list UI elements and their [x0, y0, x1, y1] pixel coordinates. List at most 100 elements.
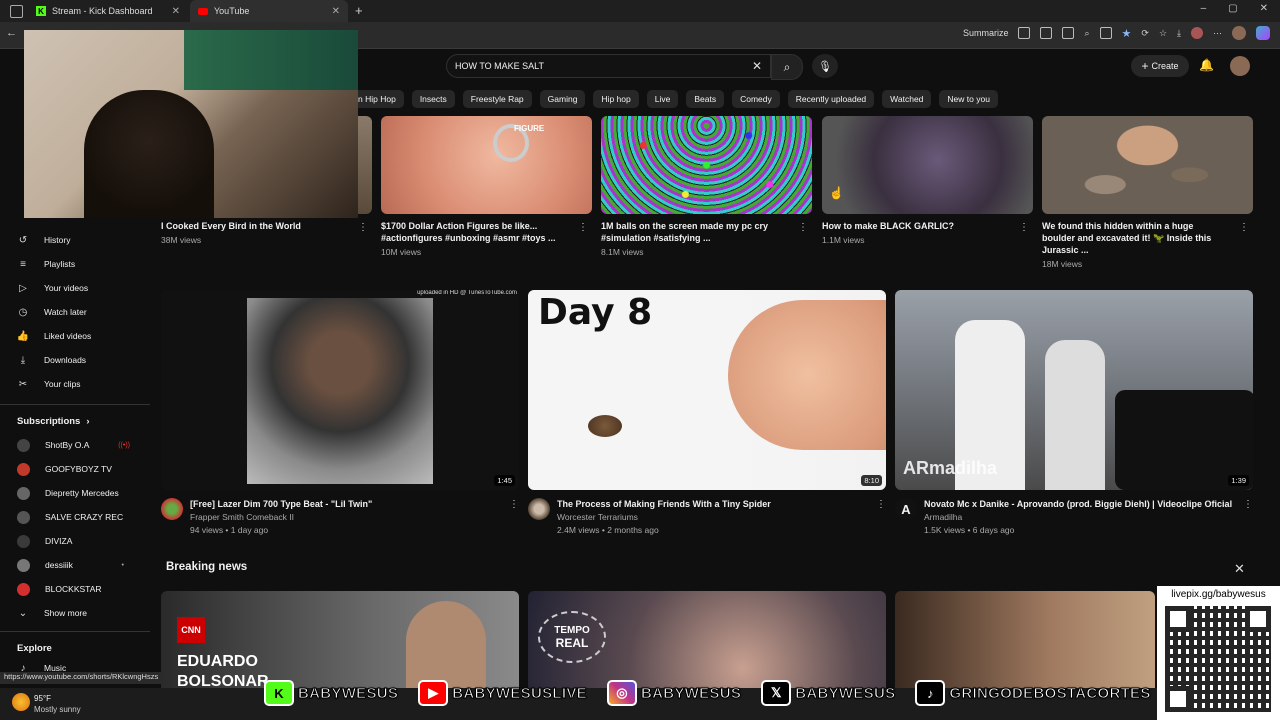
- thumbnail-text: Day 8: [538, 292, 653, 333]
- video-thumbnail[interactable]: ARmadilha 1:39: [895, 290, 1253, 490]
- extension-icon[interactable]: [1018, 27, 1031, 39]
- video-thumbnail[interactable]: [601, 116, 812, 214]
- notifications-bell-icon[interactable]: 🔔: [1199, 58, 1214, 72]
- channel-name[interactable]: Worcester Terrariums: [557, 511, 867, 524]
- more-icon[interactable]: ⋯: [1213, 28, 1222, 39]
- more-actions-icon[interactable]: ⋮: [876, 499, 886, 510]
- search-input[interactable]: HOW TO MAKE SALT ✕: [446, 54, 771, 78]
- chip[interactable]: Beats: [686, 90, 725, 108]
- create-button[interactable]: + Create: [1131, 55, 1189, 77]
- favorite-star-icon[interactable]: ★: [1122, 27, 1132, 40]
- video-thumbnail[interactable]: FIGURE: [381, 116, 592, 214]
- back-icon[interactable]: ←: [6, 27, 17, 39]
- extension-avatar-icon[interactable]: [1191, 27, 1203, 39]
- more-actions-icon[interactable]: ⋮: [1243, 499, 1253, 510]
- webcam-tapestry: [184, 30, 358, 90]
- voice-search-button[interactable]: 🎙: [812, 54, 838, 78]
- chevron-down-icon: ⌄: [18, 607, 28, 619]
- sidebar-subscription-item[interactable]: GOOFYBOYZ TV: [0, 457, 150, 481]
- sidebar-item-label: Watch later: [44, 307, 87, 317]
- sidebar-item-downloads[interactable]: ⤓ Downloads: [0, 348, 150, 372]
- video-thumbnail[interactable]: [822, 116, 1033, 214]
- more-actions-icon[interactable]: ⋮: [1019, 222, 1029, 233]
- video-title[interactable]: Novato Mc x Danike - Aprovando (prod. Bi…: [924, 498, 1244, 510]
- minimize-icon[interactable]: –: [1201, 3, 1207, 14]
- chip[interactable]: New to you: [939, 90, 998, 108]
- duration-badge: 1:45: [494, 475, 515, 486]
- video-meta: 10M views: [381, 247, 422, 257]
- kick-icon: K: [264, 680, 294, 706]
- sidebar-item-your-videos[interactable]: ▷ Your videos: [0, 276, 150, 300]
- apps-icon[interactable]: [1062, 27, 1075, 39]
- chip[interactable]: Insects: [411, 90, 455, 108]
- video-thumbnail[interactable]: [1042, 116, 1253, 214]
- video-title[interactable]: How to make BLACK GARLIC?: [822, 220, 1002, 232]
- sidebar-item-history[interactable]: ↺ History: [0, 228, 150, 252]
- new-tab-icon[interactable]: +: [355, 3, 363, 18]
- chip[interactable]: Comedy: [732, 90, 780, 108]
- more-actions-icon[interactable]: ⋮: [358, 222, 368, 233]
- video-title[interactable]: $1700 Dollar Action Figures be like... #…: [381, 220, 561, 244]
- channel-avatar[interactable]: A: [895, 498, 917, 520]
- chip[interactable]: Live: [646, 90, 679, 108]
- video-title[interactable]: We found this hidden within a huge bould…: [1042, 220, 1227, 256]
- more-actions-icon[interactable]: ⋮: [798, 222, 808, 233]
- channel-name[interactable]: Frapper Smith Comeback II: [190, 511, 500, 524]
- clear-search-icon[interactable]: ✕: [752, 59, 762, 73]
- reader-icon[interactable]: [1040, 27, 1053, 39]
- sidebar-subscription-item[interactable]: dessiiik •: [0, 553, 150, 577]
- tab-kick-dashboard[interactable]: K Stream - Kick Dashboard ✕: [28, 0, 188, 22]
- subscriptions-heading[interactable]: Subscriptions ›: [0, 409, 150, 433]
- sidebar-subscription-item[interactable]: BLOCKKSTAR: [0, 577, 150, 601]
- close-window-icon[interactable]: ✕: [1260, 3, 1268, 14]
- favorites-icon[interactable]: ☆: [1159, 28, 1167, 39]
- live-indicator-icon: ((•)): [118, 441, 130, 449]
- more-actions-icon[interactable]: ⋮: [578, 222, 588, 233]
- search-button[interactable]: ⌕: [771, 54, 803, 80]
- zoom-icon[interactable]: ⌕: [1084, 28, 1089, 39]
- webcam-overlay: [24, 30, 358, 218]
- video-title[interactable]: The Process of Making Friends With a Tin…: [557, 498, 867, 510]
- more-actions-icon[interactable]: ⋮: [1239, 222, 1249, 233]
- video-title[interactable]: 1M balls on the screen made my pc cry #s…: [601, 220, 781, 244]
- sidebar-item-playlists[interactable]: ≡ Playlists: [0, 252, 150, 276]
- dismiss-section-icon[interactable]: ✕: [1234, 561, 1245, 577]
- video-title[interactable]: [Free] Lazer Dim 700 Type Beat - "Lil Tw…: [190, 498, 500, 510]
- sidebar-subscription-item[interactable]: ShotBy O.A ((•)): [0, 433, 150, 457]
- channel-name[interactable]: Armadilha: [924, 511, 1244, 524]
- chip[interactable]: Recently uploaded: [787, 90, 875, 108]
- maximize-icon[interactable]: ▢: [1228, 3, 1237, 14]
- refresh-icon[interactable]: ⟳: [1141, 28, 1149, 39]
- chip[interactable]: Watched: [882, 90, 932, 108]
- chip[interactable]: n Hip Hop: [350, 90, 404, 108]
- copilot-icon[interactable]: [1256, 26, 1270, 40]
- video-thumbnail[interactable]: uploaded in HD @ TunesToTube.com 1:45: [161, 290, 519, 490]
- tab-youtube[interactable]: YouTube ✕: [190, 0, 348, 22]
- more-actions-icon[interactable]: ⋮: [509, 499, 519, 510]
- chip[interactable]: Hip hop: [593, 90, 639, 108]
- sidebar-subscription-item[interactable]: Diepretty Mercedes: [0, 481, 150, 505]
- downloads-icon[interactable]: ⤓: [1177, 28, 1181, 39]
- video-title[interactable]: I Cooked Every Bird in the World: [161, 220, 351, 232]
- sidebar-subscription-item[interactable]: DIVIZA: [0, 529, 150, 553]
- profile-avatar[interactable]: [1232, 26, 1246, 40]
- account-avatar[interactable]: [1230, 56, 1250, 76]
- weather-temp: 95°F: [34, 694, 51, 703]
- channel-avatar[interactable]: [161, 498, 183, 520]
- close-icon[interactable]: ✕: [172, 6, 180, 17]
- chip[interactable]: Freestyle Rap: [462, 90, 532, 108]
- channel-avatar[interactable]: [528, 498, 550, 520]
- sidebar-item-liked-videos[interactable]: 👍 Liked videos: [0, 324, 150, 348]
- summarize-button[interactable]: Summarize: [963, 28, 1009, 38]
- sidebar-subscription-item[interactable]: SALVE CRAZY REC: [0, 505, 150, 529]
- close-icon[interactable]: ✕: [332, 6, 340, 17]
- qr-overlay: livepix.gg/babywesus: [1157, 586, 1280, 720]
- sidebar-item-watch-later[interactable]: ◷ Watch later: [0, 300, 150, 324]
- sidebar-item-your-clips[interactable]: ✂ Your clips: [0, 372, 150, 396]
- tab-actions-icon[interactable]: [10, 5, 23, 18]
- qr-finder: [1245, 606, 1271, 632]
- show-more-button[interactable]: ⌄ Show more: [0, 601, 150, 625]
- chip[interactable]: Gaming: [539, 90, 586, 108]
- read-aloud-icon[interactable]: [1099, 27, 1112, 39]
- video-thumbnail[interactable]: Day 8 8:10: [528, 290, 886, 490]
